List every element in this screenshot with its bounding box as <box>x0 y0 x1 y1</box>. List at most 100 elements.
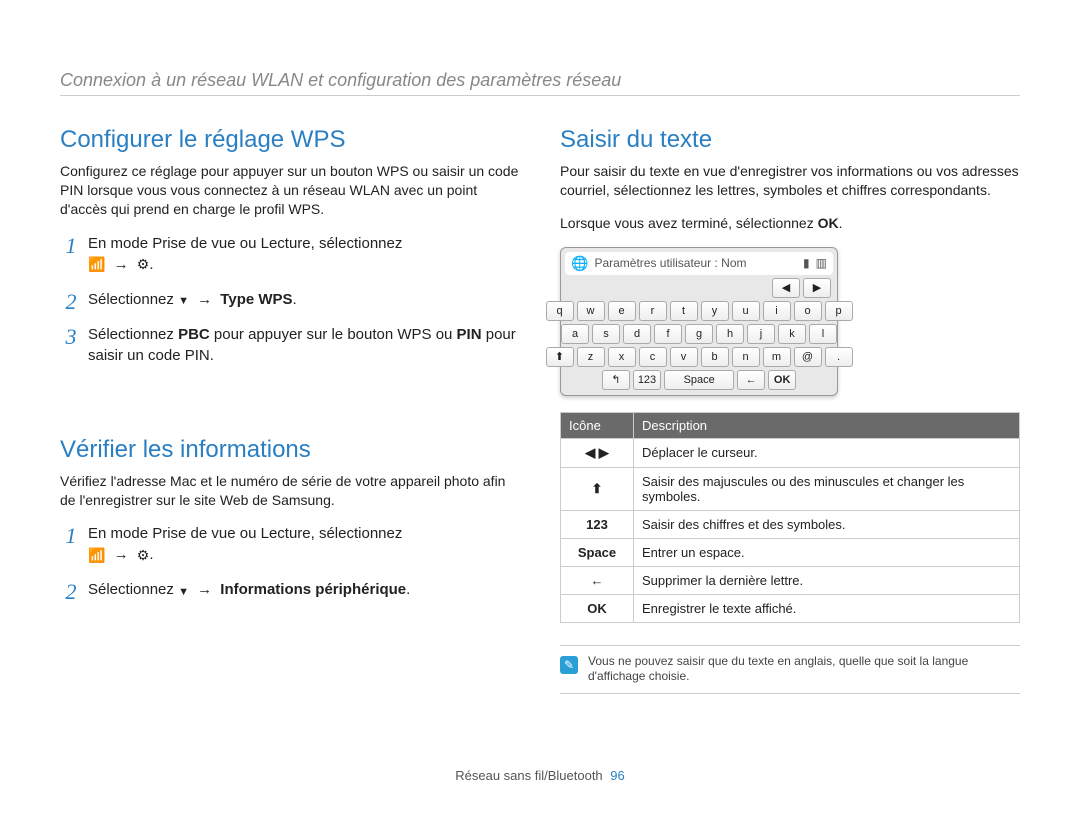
footer-text: Réseau sans fil/Bluetooth <box>455 768 602 783</box>
onscreen-keyboard: 🌐 Paramètres utilisateur : Nom ▮ ▥ ◀ ▶ q… <box>560 247 838 396</box>
keyboard-row-4: ↰ 123 Space ← OK <box>565 370 833 390</box>
key-n[interactable]: n <box>732 347 760 367</box>
key-q[interactable]: q <box>546 301 574 321</box>
note-box: ✎ Vous ne pouvez saisir que du texte en … <box>560 645 1020 694</box>
table-header-desc: Description <box>634 412 1020 438</box>
arrow-right-icon: → <box>197 291 212 308</box>
chevron-down-icon <box>178 581 189 601</box>
verify-step-2-pre: Sélectionnez <box>88 581 178 598</box>
battery-icon: ▥ <box>816 256 827 270</box>
key-backspace[interactable]: ← <box>737 370 765 390</box>
table-desc-cell: Supprimer la dernière lettre. <box>634 566 1020 594</box>
arrow-right-icon: → <box>197 581 212 598</box>
arrow-right-icon: → <box>114 256 129 273</box>
steps-verify: En mode Prise de vue ou Lecture, sélecti… <box>60 523 520 600</box>
key-l[interactable]: l <box>809 324 837 344</box>
key-space[interactable]: Space <box>664 370 734 390</box>
breadcrumb: Connexion à un réseau WLAN et configurat… <box>60 70 1020 96</box>
note-text: Vous ne pouvez saisir que du texte en an… <box>588 654 1020 685</box>
key-p[interactable]: p <box>825 301 853 321</box>
arrow-right-icon: → <box>114 546 129 563</box>
step-2: Sélectionnez → Type WPS. <box>60 289 520 310</box>
key-c[interactable]: c <box>639 347 667 367</box>
gear-icon <box>137 255 150 275</box>
keyboard-row-1: q w e r t y u i o p <box>565 301 833 321</box>
signal-icon: ▮ <box>803 256 810 270</box>
key-cursor-right[interactable]: ▶ <box>803 278 831 298</box>
table-row: ← Supprimer la dernière lettre. <box>561 566 1020 594</box>
table-icon-cell: ⬆ <box>561 467 634 510</box>
key-r[interactable]: r <box>639 301 667 321</box>
page-number: 96 <box>610 768 624 783</box>
table-desc-cell: Saisir des majuscules ou des minuscules … <box>634 467 1020 510</box>
verify-step-2-label: Informations périphérique <box>220 581 406 598</box>
verify-step-2: Sélectionnez → Informations périphérique… <box>60 579 520 600</box>
table-desc-cell: Entrer un espace. <box>634 538 1020 566</box>
key-j[interactable]: j <box>747 324 775 344</box>
key-t[interactable]: t <box>670 301 698 321</box>
keyboard-header: 🌐 Paramètres utilisateur : Nom ▮ ▥ <box>565 252 833 275</box>
key-at[interactable]: @ <box>794 347 822 367</box>
heading-verify: Vérifier les informations <box>60 436 520 464</box>
table-row: 123 Saisir des chiffres et des symboles. <box>561 510 1020 538</box>
key-z[interactable]: z <box>577 347 605 367</box>
left-column: Configurer le réglage WPS Configurez ce … <box>60 126 520 694</box>
verify-step-1-text: En mode Prise de vue ou Lecture, sélecti… <box>88 525 402 542</box>
key-shift[interactable]: ⬆ <box>546 347 574 367</box>
table-desc-cell: Enregistrer le texte affiché. <box>634 594 1020 622</box>
globe-icon: 🌐 <box>571 255 588 272</box>
keyboard-arrow-row: ◀ ▶ <box>565 278 833 298</box>
key-s[interactable]: s <box>592 324 620 344</box>
key-a[interactable]: a <box>561 324 589 344</box>
key-b[interactable]: b <box>701 347 729 367</box>
para2-ok: OK <box>818 215 839 231</box>
key-v[interactable]: v <box>670 347 698 367</box>
key-h[interactable]: h <box>716 324 744 344</box>
key-back[interactable]: ↰ <box>602 370 630 390</box>
table-row: ⬆ Saisir des majuscules ou des minuscule… <box>561 467 1020 510</box>
table-icon-cell: 123 <box>561 510 634 538</box>
key-cursor-left[interactable]: ◀ <box>772 278 800 298</box>
key-x[interactable]: x <box>608 347 636 367</box>
keyboard-row-2: a s d f g h j k l <box>565 324 833 344</box>
key-123[interactable]: 123 <box>633 370 661 390</box>
key-f[interactable]: f <box>654 324 682 344</box>
table-icon-cell: ← <box>561 566 634 594</box>
key-o[interactable]: o <box>794 301 822 321</box>
key-ok[interactable]: OK <box>768 370 796 390</box>
table-row: Space Entrer un espace. <box>561 538 1020 566</box>
table-icon-cell: Space <box>561 538 634 566</box>
key-i[interactable]: i <box>763 301 791 321</box>
key-u[interactable]: u <box>732 301 760 321</box>
table-row: ◀ ▶ Déplacer le curseur. <box>561 438 1020 467</box>
step-1: En mode Prise de vue ou Lecture, sélecti… <box>60 233 520 275</box>
key-e[interactable]: e <box>608 301 636 321</box>
steps-wps: En mode Prise de vue ou Lecture, sélecti… <box>60 233 520 366</box>
verify-step-1: En mode Prise de vue ou Lecture, sélecti… <box>60 523 520 565</box>
chevron-down-icon <box>178 290 189 310</box>
step-3: Sélectionnez PBC pour appuyer sur le bou… <box>60 324 520 366</box>
key-d[interactable]: d <box>623 324 651 344</box>
icon-description-table: Icône Description ◀ ▶ Déplacer le curseu… <box>560 412 1020 623</box>
para2-a: Lorsque vous avez terminé, sélectionnez <box>560 215 818 231</box>
key-period[interactable]: . <box>825 347 853 367</box>
key-m[interactable]: m <box>763 347 791 367</box>
para-text-entry-2: Lorsque vous avez terminé, sélectionnez … <box>560 214 1020 233</box>
table-desc-cell: Déplacer le curseur. <box>634 438 1020 467</box>
heading-text-entry: Saisir du texte <box>560 126 1020 154</box>
page-footer: Réseau sans fil/Bluetooth 96 <box>0 768 1080 783</box>
key-w[interactable]: w <box>577 301 605 321</box>
wifi-icon <box>88 546 105 566</box>
keyboard-title: Paramètres utilisateur : Nom <box>594 256 746 270</box>
step-3-a: Sélectionnez <box>88 326 178 343</box>
table-icon-cell: OK <box>561 594 634 622</box>
para-wps: Configurez ce réglage pour appuyer sur u… <box>60 162 520 219</box>
keyboard-row-3: ⬆ z x c v b n m @ . <box>565 347 833 367</box>
key-k[interactable]: k <box>778 324 806 344</box>
table-icon-cell: ◀ ▶ <box>561 438 634 467</box>
key-y[interactable]: y <box>701 301 729 321</box>
key-g[interactable]: g <box>685 324 713 344</box>
table-header-icon: Icône <box>561 412 634 438</box>
table-header-row: Icône Description <box>561 412 1020 438</box>
heading-wps: Configurer le réglage WPS <box>60 126 520 154</box>
